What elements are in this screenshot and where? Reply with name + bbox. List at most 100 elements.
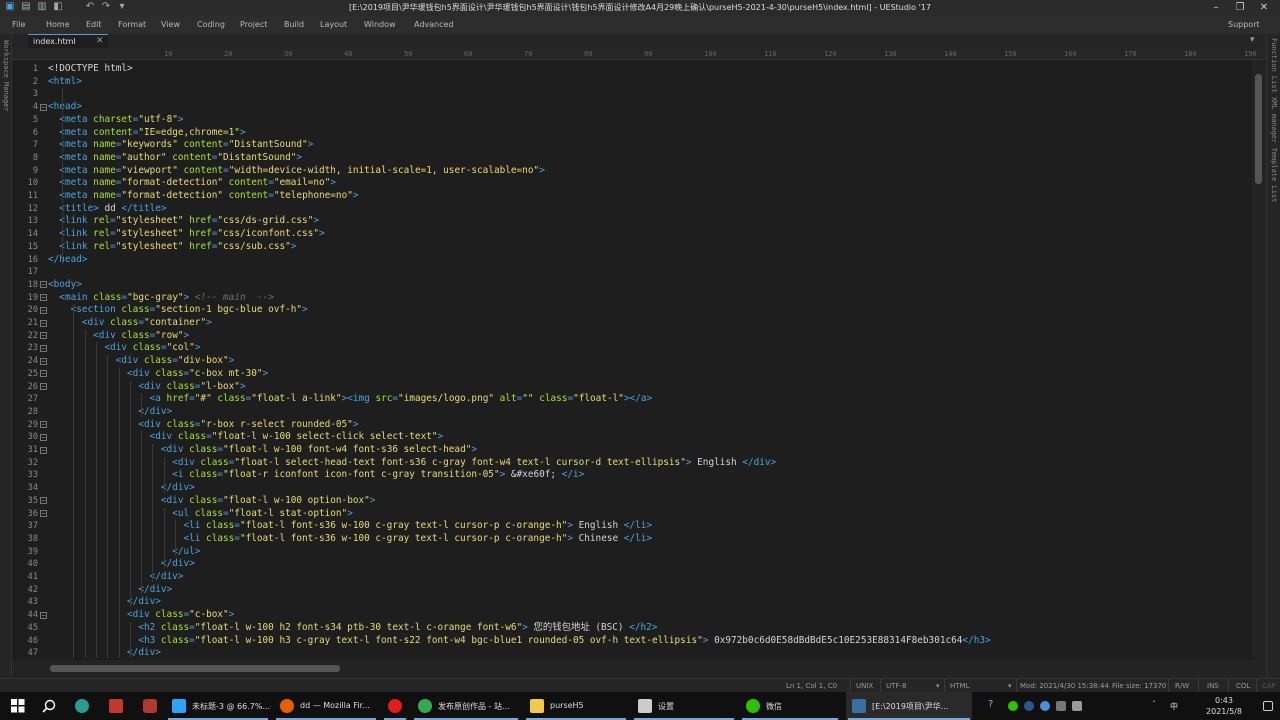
code-line[interactable]: <meta name="format-detection" content="e… <box>48 177 336 190</box>
code-line[interactable]: <div class="row"> <box>48 330 189 343</box>
fold-toggle-icon[interactable]: − <box>40 421 47 429</box>
taskbar-app-wechat[interactable]: 微信 <box>740 692 840 720</box>
tab-list-icon[interactable]: ▾ <box>1250 35 1255 45</box>
pinned-app-2[interactable] <box>106 692 126 720</box>
help-tray[interactable]: ? <box>986 692 1002 720</box>
code-line[interactable]: <h2 class="float-l w-100 h2 font-s34 ptb… <box>48 622 657 635</box>
taskbar-app-firefox[interactable]: dd — Mozilla Fir... <box>274 692 378 720</box>
fold-toggle-icon[interactable]: − <box>40 370 47 378</box>
clock[interactable]: 0:43 2021/5/8 <box>1196 695 1252 717</box>
code-line[interactable]: <main class="bgc-gray"> <!-- main --> <box>48 292 274 305</box>
close-tab-icon[interactable]: ✕ <box>96 36 104 46</box>
pinned-edge[interactable] <box>72 692 92 720</box>
code-line[interactable]: <div class="r-box r-select rounded-05"> <box>48 419 358 432</box>
tab-index-html[interactable]: index.html ✕ <box>28 34 108 48</box>
cursor-position[interactable]: Ln 1, Col 1, C0 <box>786 682 837 690</box>
close-window-button[interactable]: ✕ <box>1244 0 1280 16</box>
menu-layout[interactable]: Layout <box>320 20 347 29</box>
code-line[interactable]: <meta charset="utf-8"> <box>48 114 183 127</box>
code-line[interactable]: <li class="float-l font-s36 w-100 c-gray… <box>48 520 652 533</box>
ime-indicator[interactable]: 中 <box>1164 692 1188 720</box>
fold-toggle-icon[interactable]: − <box>40 344 47 352</box>
code-line[interactable]: <meta name="keywords" content="DistantSo… <box>48 139 313 152</box>
menu-window[interactable]: Window <box>364 20 396 29</box>
code-line[interactable]: <html> <box>48 76 82 89</box>
line-ending-selector[interactable]: UNIX <box>856 682 873 690</box>
fold-toggle-icon[interactable]: − <box>40 103 47 111</box>
taskbar-app-chrome[interactable]: 发布原创作品 - 站... <box>412 692 520 720</box>
code-line[interactable]: <div class="c-box mt-30"> <box>48 368 268 381</box>
code-line[interactable]: <div class="float-l w-100 font-w4 font-s… <box>48 444 477 457</box>
code-line[interactable]: </head> <box>48 254 88 267</box>
taskbar-app-uestudio[interactable]: [E:\2019项目\尹华... <box>846 692 972 720</box>
code-line[interactable]: <meta name="viewport" content="width=dev… <box>48 165 544 178</box>
notifications-button[interactable] <box>1262 692 1276 720</box>
code-line[interactable]: <section class="section-1 bgc-blue ovf-h… <box>48 304 308 317</box>
fold-toggle-icon[interactable]: − <box>40 281 47 289</box>
encoding-selector[interactable]: UTF-8 <box>886 682 906 690</box>
syntax-dropdown-icon[interactable]: ▾ <box>1008 682 1012 690</box>
code-line[interactable]: </div> <box>48 571 184 584</box>
fold-toggle-icon[interactable]: − <box>40 510 47 517</box>
code-line[interactable]: <div class="c-box"> <box>48 609 234 622</box>
code-line[interactable]: </div> <box>48 558 195 571</box>
code-line[interactable]: <!DOCTYPE html> <box>48 63 133 76</box>
horizontal-scroll-thumb[interactable] <box>50 665 340 672</box>
fold-toggle-icon[interactable]: − <box>40 306 47 314</box>
code-line[interactable]: </div> <box>48 406 172 419</box>
fold-toggle-icon[interactable]: − <box>40 433 47 441</box>
horizontal-scrollbar[interactable] <box>12 660 1266 678</box>
fold-toggle-icon[interactable]: − <box>40 294 47 302</box>
code-line[interactable]: <link rel="stylesheet" href="css/iconfon… <box>48 228 324 241</box>
menu-home[interactable]: Home <box>46 20 70 29</box>
fold-toggle-icon[interactable]: − <box>40 332 47 340</box>
pinned-app-3[interactable] <box>140 692 160 720</box>
column-mode[interactable]: COL <box>1236 682 1250 690</box>
code-line[interactable]: <li class="float-l font-s36 w-100 c-gray… <box>48 533 652 546</box>
menu-build[interactable]: Build <box>284 20 304 29</box>
workspace-manager-dock[interactable]: Workspace Manager <box>0 34 12 678</box>
search-button[interactable] <box>38 692 60 720</box>
fold-toggle-icon[interactable]: − <box>40 446 47 454</box>
start-button[interactable] <box>8 692 28 720</box>
code-line[interactable]: <a href="#" class="float-l a-link"><img … <box>48 393 653 406</box>
code-line[interactable]: <head> <box>48 101 82 114</box>
code-line[interactable]: <meta name="author" content="DistantSoun… <box>48 152 302 165</box>
vertical-scrollbar[interactable] <box>1252 60 1266 660</box>
menu-edit[interactable]: Edit <box>86 20 102 29</box>
tray-overflow[interactable]: ˆ <box>1150 692 1164 720</box>
code-line[interactable]: </ul> <box>48 546 200 559</box>
encoding-dropdown-icon[interactable]: ▾ <box>936 682 940 690</box>
taskbar-app-photoshop[interactable]: 未标题-3 @ 66.7%... <box>166 692 270 720</box>
code-line[interactable]: <div class="col"> <box>48 342 200 355</box>
code-line[interactable]: <div class="float-l select-head-text fon… <box>48 457 776 470</box>
code-line[interactable]: <link rel="stylesheet" href="css/sub.css… <box>48 241 296 254</box>
code-line[interactable]: <meta content="IE=edge,chrome=1"> <box>48 127 245 140</box>
code-line[interactable]: <link rel="stylesheet" href="css/ds-grid… <box>48 215 319 228</box>
code-editor[interactable]: 1 2 3 4−5 6 7 8 9 10 11 12 13 14 15 16 17 18−19−20−21−22… <box>12 60 1252 660</box>
code-line[interactable]: <meta name="format-detection" content="t… <box>48 190 358 203</box>
menu-view[interactable]: View <box>161 20 180 29</box>
vertical-scroll-thumb[interactable] <box>1255 74 1262 184</box>
fold-toggle-icon[interactable]: − <box>40 357 47 365</box>
menu-format[interactable]: Format <box>118 20 146 29</box>
support-menu[interactable]: Support <box>1228 20 1260 29</box>
taskbar-app-folder[interactable]: purseH5 <box>524 692 628 720</box>
right-side-dock[interactable]: Function List XML manager Template List <box>1266 34 1280 678</box>
code-line[interactable]: <div class="div-box"> <box>48 355 235 368</box>
readwrite-mode[interactable]: R/W <box>1175 682 1189 690</box>
code-line[interactable]: <div class="l-box"> <box>48 381 245 394</box>
insert-mode[interactable]: INS <box>1207 682 1219 690</box>
code-line[interactable]: <ul class="float-l stat-option"> <box>48 508 353 521</box>
taskbar-app-settings[interactable]: 设置 <box>632 692 736 720</box>
code-line[interactable]: </div> <box>48 647 161 660</box>
code-line[interactable]: <title> dd </title> <box>48 203 166 216</box>
system-tray-icons[interactable] <box>1006 692 1096 720</box>
menu-file[interactable]: File <box>12 20 25 29</box>
code-line[interactable]: <h3 class="float-l w-100 h3 c-gray text-… <box>48 635 990 648</box>
code-line[interactable]: </div> <box>48 584 172 597</box>
code-line[interactable]: <body> <box>48 279 82 292</box>
code-line[interactable]: </div> <box>48 596 161 609</box>
menu-advanced[interactable]: Advanced <box>414 20 454 29</box>
code-line[interactable]: <i class="float-r iconfont icon-font c-g… <box>48 469 584 482</box>
